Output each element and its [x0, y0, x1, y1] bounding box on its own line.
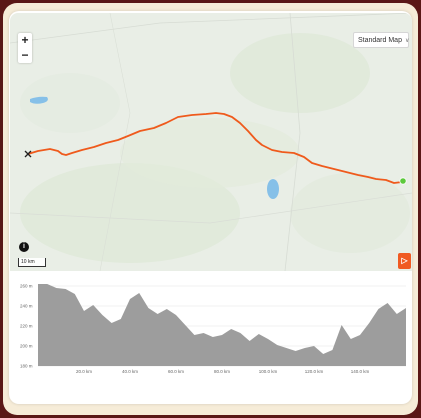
elevation-area[interactable] — [38, 284, 406, 366]
y-tick-label: 240 m — [20, 304, 33, 309]
map-canvas — [10, 13, 412, 271]
x-tick-label: 60.0 km — [168, 369, 184, 374]
map-type-label: Standard Map — [358, 36, 402, 44]
x-tick-label: 120.0 km — [305, 369, 324, 374]
map-scale-bar: 10 km — [18, 258, 46, 267]
y-tick-label: 260 m — [20, 284, 33, 289]
lake-central — [267, 179, 279, 199]
zoom-in-button[interactable]: + — [18, 33, 32, 48]
x-tick-label: 80.0 km — [214, 369, 230, 374]
x-tick-label: 100.0 km — [259, 369, 278, 374]
x-tick-label: 140.0 km — [351, 369, 370, 374]
x-tick-label: 40.0 km — [122, 369, 138, 374]
end-marker-icon[interactable] — [399, 177, 407, 185]
info-icon[interactable]: i — [19, 242, 29, 252]
route-map[interactable]: + − Standard Map ∨ i 10 km ▷ — [10, 13, 412, 271]
elevation-chart[interactable]: 260 m 240 m 220 m 200 m 180 m 20.0 km 40.0 km 6… — [10, 273, 412, 381]
zoom-control: + − — [18, 33, 32, 63]
y-tick-label: 200 m — [20, 344, 33, 349]
chevron-down-icon: ∨ — [404, 37, 410, 44]
map-type-select[interactable]: Standard Map ∨ — [353, 32, 409, 48]
y-tick-label: 180 m — [20, 364, 33, 369]
zoom-out-button[interactable]: − — [18, 48, 32, 63]
x-tick-label: 20.0 km — [76, 369, 92, 374]
y-tick-label: 220 m — [20, 324, 33, 329]
elevation-plot: 260 m 240 m 220 m 200 m 180 m 20.0 km 40.0 km 6… — [20, 284, 406, 374]
collapse-panel-button[interactable]: ▷ — [398, 253, 411, 269]
